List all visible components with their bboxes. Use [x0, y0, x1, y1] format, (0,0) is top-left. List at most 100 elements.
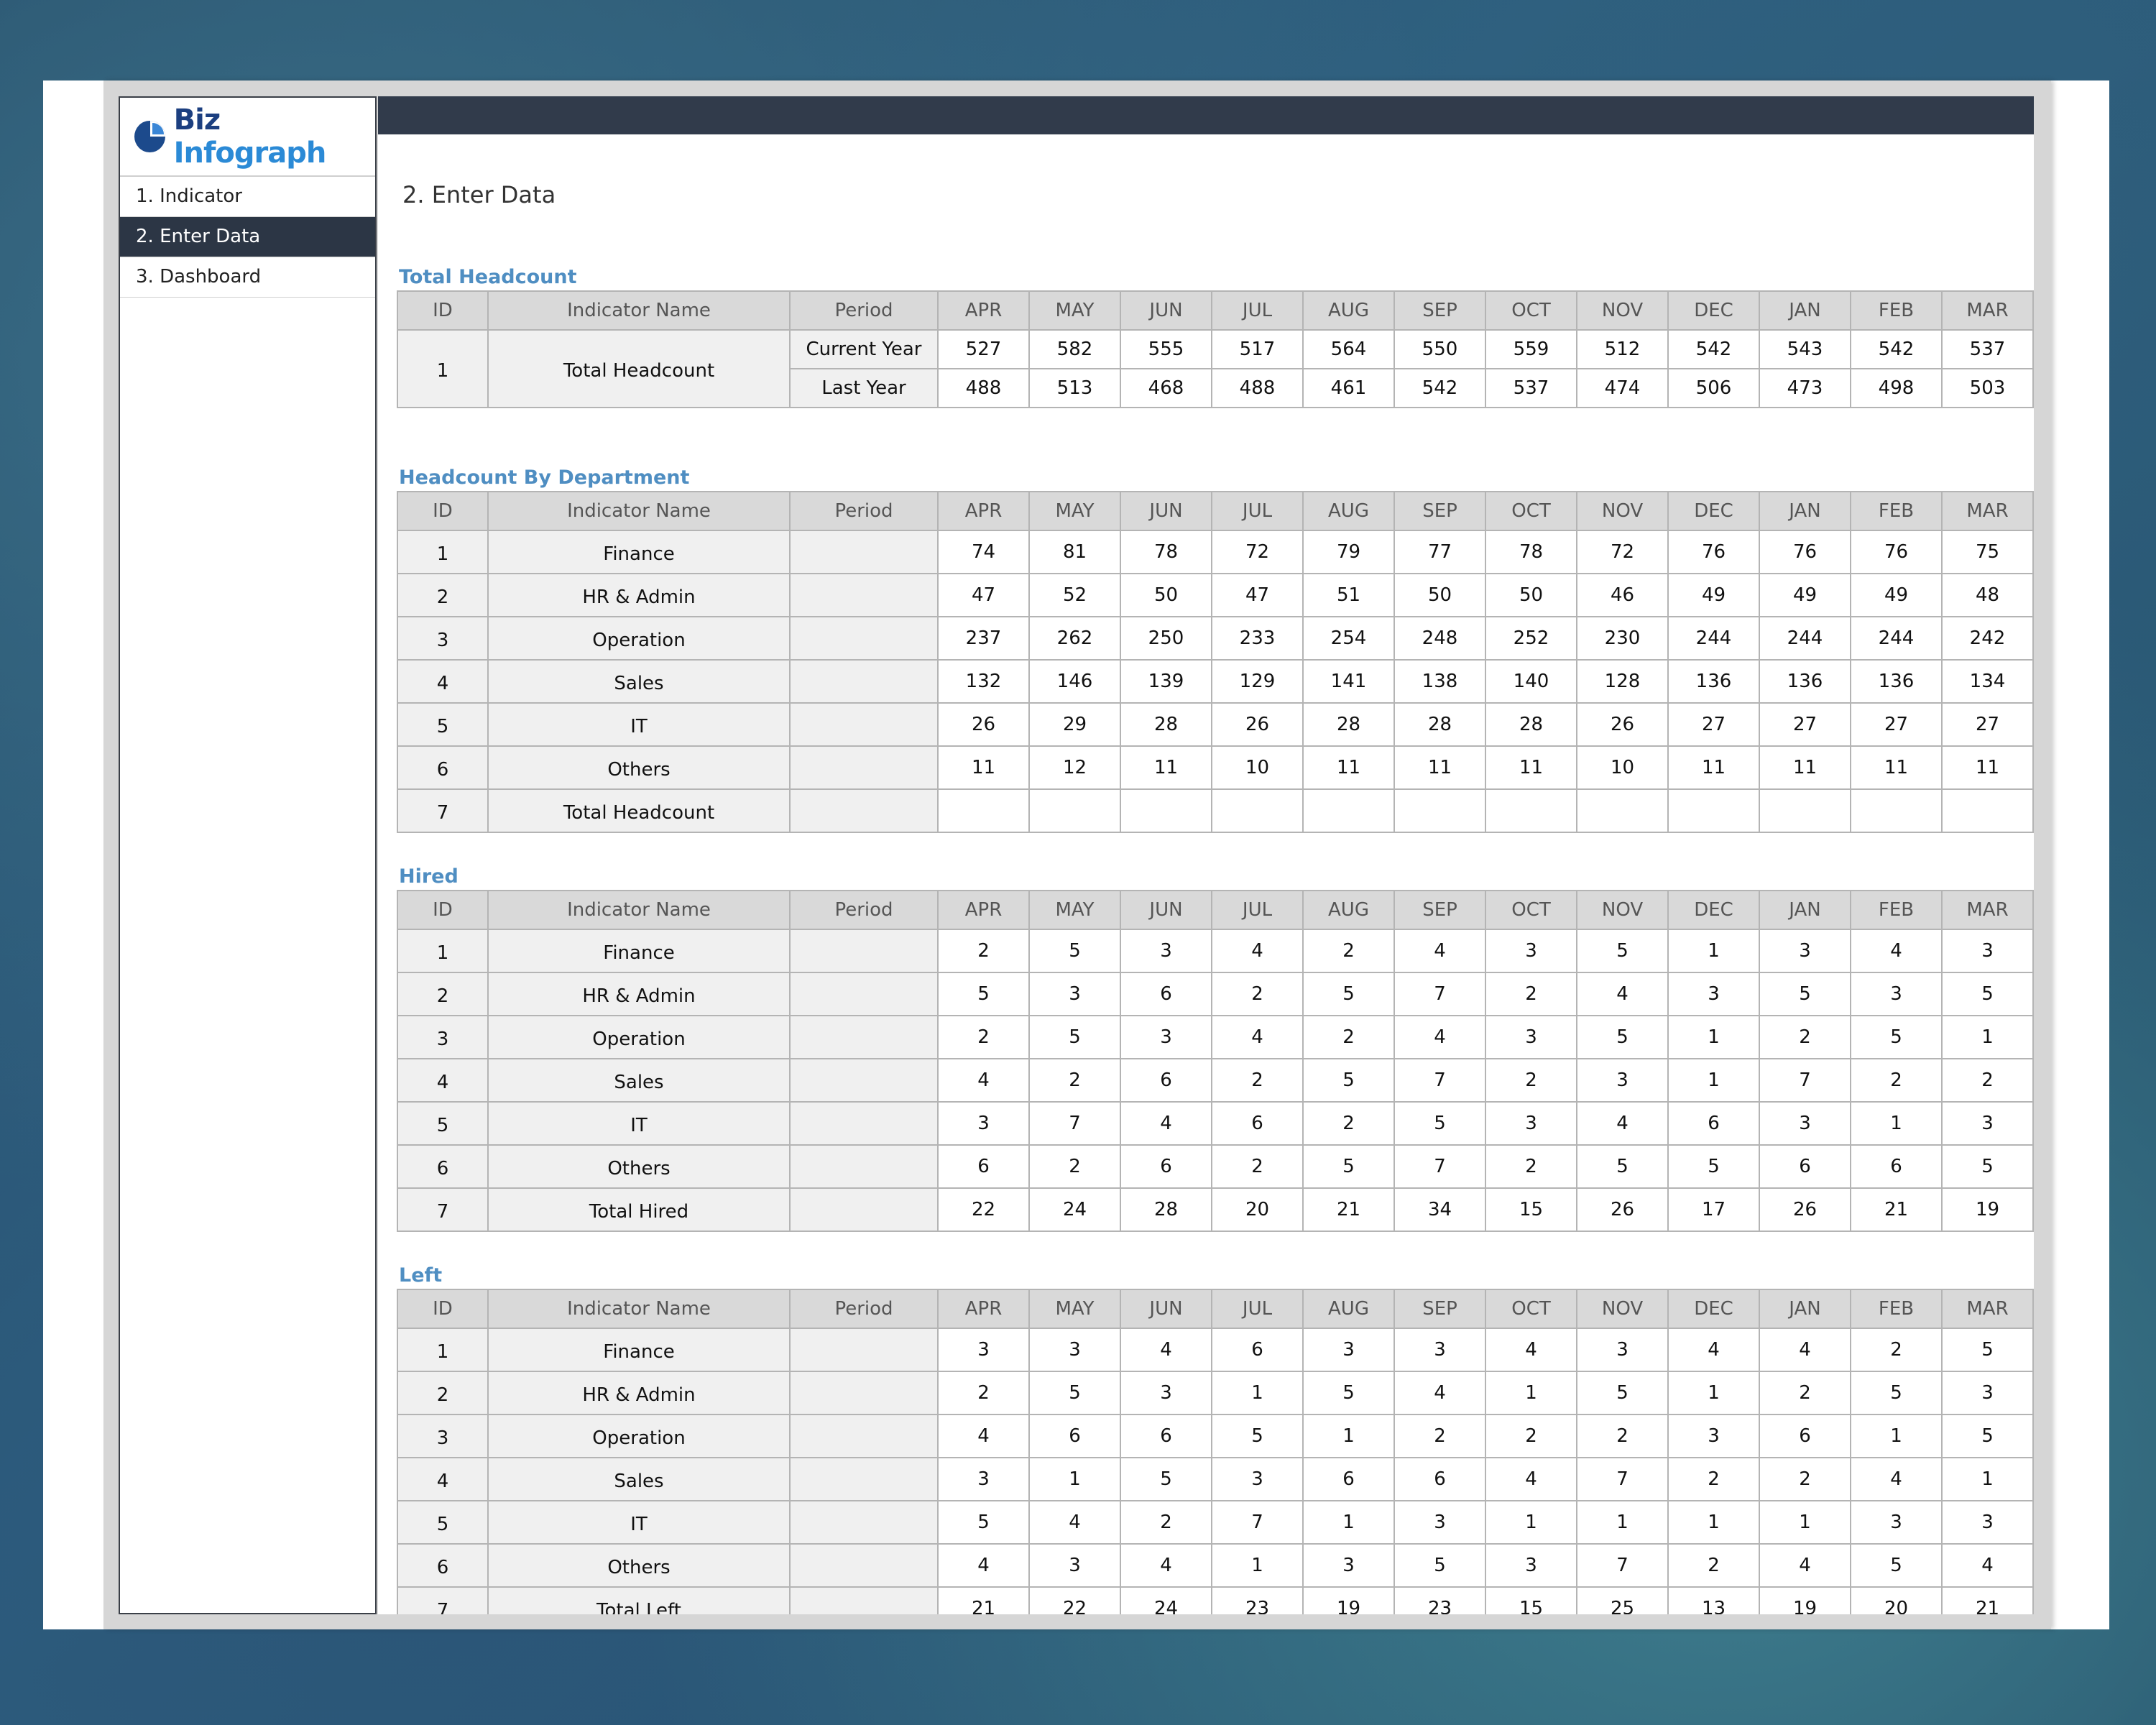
- cell-value[interactable]: 2: [1759, 1016, 1851, 1059]
- cell-value[interactable]: 5: [1394, 1544, 1485, 1587]
- cell-value[interactable]: 7: [1394, 1059, 1485, 1102]
- cell-value[interactable]: 542: [1851, 330, 1942, 369]
- cell-value[interactable]: [1485, 789, 1577, 832]
- cell-value[interactable]: 140: [1485, 660, 1577, 703]
- cell-value[interactable]: 3: [1759, 929, 1851, 972]
- cell-value[interactable]: 1: [1212, 1371, 1303, 1414]
- cell-value[interactable]: 48: [1942, 574, 2033, 617]
- cell-value[interactable]: 537: [1942, 330, 2033, 369]
- cell-value[interactable]: [1577, 789, 1668, 832]
- cell-value[interactable]: 7: [1029, 1102, 1120, 1145]
- cell-value[interactable]: 6: [938, 1145, 1029, 1188]
- cell-value[interactable]: 5: [1577, 1371, 1668, 1414]
- cell-value[interactable]: 1: [1759, 1501, 1851, 1544]
- cell-value[interactable]: 79: [1303, 530, 1394, 574]
- cell-value[interactable]: 468: [1120, 369, 1212, 408]
- cell-value[interactable]: 5: [1942, 1328, 2033, 1371]
- cell-value[interactable]: 15: [1485, 1587, 1577, 1614]
- cell-value[interactable]: 506: [1668, 369, 1759, 408]
- cell-value[interactable]: 3: [1029, 972, 1120, 1016]
- cell-value[interactable]: 4: [1394, 929, 1485, 972]
- cell-value[interactable]: [1394, 789, 1485, 832]
- cell-value[interactable]: 22: [938, 1188, 1029, 1231]
- cell-value[interactable]: 3: [938, 1458, 1029, 1501]
- cell-value[interactable]: 5: [1029, 929, 1120, 972]
- cell-value[interactable]: 27: [1668, 703, 1759, 746]
- cell-value[interactable]: 6: [1759, 1414, 1851, 1458]
- cell-value[interactable]: 5: [1759, 972, 1851, 1016]
- cell-value[interactable]: 2: [1303, 1016, 1394, 1059]
- cell-value[interactable]: 252: [1485, 617, 1577, 660]
- cell-value[interactable]: 3: [1942, 1501, 2033, 1544]
- cell-value[interactable]: 29: [1029, 703, 1120, 746]
- cell-value[interactable]: 564: [1303, 330, 1394, 369]
- cell-value[interactable]: 3: [938, 1328, 1029, 1371]
- cell-value[interactable]: 19: [1759, 1587, 1851, 1614]
- cell-value[interactable]: 488: [938, 369, 1029, 408]
- cell-value[interactable]: 1: [1668, 1501, 1759, 1544]
- cell-value[interactable]: 5: [1029, 1016, 1120, 1059]
- cell-value[interactable]: 129: [1212, 660, 1303, 703]
- cell-value[interactable]: 78: [1485, 530, 1577, 574]
- cell-value[interactable]: 6: [1394, 1458, 1485, 1501]
- cell-value[interactable]: 27: [1759, 703, 1851, 746]
- cell-value[interactable]: 7: [1577, 1458, 1668, 1501]
- cell-value[interactable]: 6: [1212, 1102, 1303, 1145]
- cell-value[interactable]: 488: [1212, 369, 1303, 408]
- cell-value[interactable]: 461: [1303, 369, 1394, 408]
- cell-value[interactable]: 6: [1851, 1145, 1942, 1188]
- cell-value[interactable]: 1: [1212, 1544, 1303, 1587]
- cell-value[interactable]: 248: [1394, 617, 1485, 660]
- cell-value[interactable]: 1: [1668, 1371, 1759, 1414]
- cell-value[interactable]: 5: [1303, 972, 1394, 1016]
- cell-value[interactable]: 75: [1942, 530, 2033, 574]
- cell-value[interactable]: 542: [1394, 369, 1485, 408]
- cell-value[interactable]: 24: [1029, 1188, 1120, 1231]
- cell-value[interactable]: 50: [1485, 574, 1577, 617]
- cell-value[interactable]: 5: [1303, 1371, 1394, 1414]
- cell-value[interactable]: 11: [1668, 746, 1759, 789]
- cell-value[interactable]: 5: [1212, 1414, 1303, 1458]
- cell-value[interactable]: 134: [1942, 660, 2033, 703]
- cell-value[interactable]: 1: [1303, 1501, 1394, 1544]
- cell-value[interactable]: 254: [1303, 617, 1394, 660]
- cell-value[interactable]: 3: [1851, 972, 1942, 1016]
- cell-value[interactable]: 2: [938, 929, 1029, 972]
- cell-value[interactable]: 1: [1485, 1501, 1577, 1544]
- cell-value[interactable]: 28: [1120, 703, 1212, 746]
- cell-value[interactable]: 2: [1212, 972, 1303, 1016]
- cell-value[interactable]: 474: [1577, 369, 1668, 408]
- cell-value[interactable]: 1: [1029, 1458, 1120, 1501]
- cell-value[interactable]: 4: [1485, 1458, 1577, 1501]
- cell-value[interactable]: 537: [1485, 369, 1577, 408]
- cell-value[interactable]: [1668, 789, 1759, 832]
- cell-value[interactable]: 2: [1029, 1059, 1120, 1102]
- cell-value[interactable]: 3: [1303, 1544, 1394, 1587]
- cell-value[interactable]: 1: [1668, 1059, 1759, 1102]
- cell-value[interactable]: 76: [1851, 530, 1942, 574]
- cell-value[interactable]: 74: [938, 530, 1029, 574]
- cell-value[interactable]: 1: [1485, 1371, 1577, 1414]
- cell-value[interactable]: 3: [1577, 1059, 1668, 1102]
- cell-value[interactable]: 2: [1303, 1102, 1394, 1145]
- sidebar-item-dashboard[interactable]: 3. Dashboard: [120, 257, 375, 298]
- cell-value[interactable]: 11: [938, 746, 1029, 789]
- cell-value[interactable]: 3: [1485, 1102, 1577, 1145]
- cell-value[interactable]: 3: [1303, 1328, 1394, 1371]
- cell-value[interactable]: 4: [1668, 1328, 1759, 1371]
- cell-value[interactable]: [1851, 789, 1942, 832]
- cell-value[interactable]: 24: [1120, 1587, 1212, 1614]
- cell-value[interactable]: 11: [1394, 746, 1485, 789]
- cell-value[interactable]: 3: [1668, 1414, 1759, 1458]
- cell-value[interactable]: 4: [1120, 1328, 1212, 1371]
- cell-value[interactable]: 3: [1485, 929, 1577, 972]
- cell-value[interactable]: 11: [1485, 746, 1577, 789]
- cell-value[interactable]: 517: [1212, 330, 1303, 369]
- cell-value[interactable]: 6: [1120, 1145, 1212, 1188]
- cell-value[interactable]: 7: [1394, 972, 1485, 1016]
- cell-value[interactable]: 1: [1668, 1016, 1759, 1059]
- cell-value[interactable]: 1: [1851, 1414, 1942, 1458]
- cell-value[interactable]: [938, 789, 1029, 832]
- cell-value[interactable]: 2: [938, 1371, 1029, 1414]
- cell-value[interactable]: 27: [1942, 703, 2033, 746]
